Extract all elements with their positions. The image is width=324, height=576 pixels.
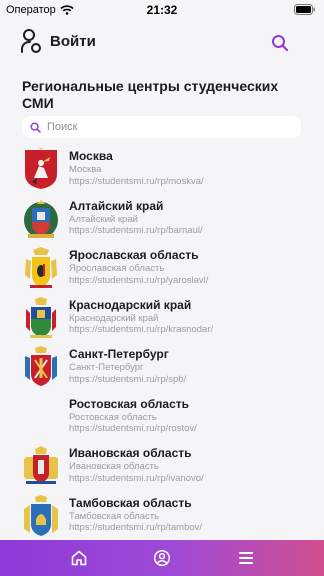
list-item-krasnodar[interactable]: Краснодарский край Краснодарский край ht…	[0, 294, 324, 344]
region-subtitle: Ивановская область	[69, 461, 159, 472]
altai-crest-icon	[24, 199, 58, 238]
region-subtitle: Ростовская область	[69, 411, 157, 423]
login-label: Войти	[50, 32, 96, 50]
region-subtitle: Москва	[69, 164, 102, 175]
status-bar: Оператор 21:32	[0, 0, 324, 20]
region-name: Краснодарский край	[69, 297, 192, 312]
search-field-icon	[30, 121, 41, 133]
carrier-info: Оператор	[6, 4, 74, 16]
list-item-tambov[interactable]: Тамбовская область Тамбовская область ht…	[0, 492, 324, 542]
spb-crest-icon	[25, 346, 57, 386]
region-list: Москва Москва https://studentsmi.ru/rp/m…	[0, 145, 324, 541]
carrier-name: Оператор	[6, 4, 56, 16]
krasnodar-crest-icon	[26, 296, 56, 338]
region-url[interactable]: https://studentsmi.ru/rp/yaroslavl/	[69, 275, 314, 287]
list-item-rostov[interactable]: Ростовская область Ростовская область ht…	[0, 393, 324, 443]
region-url[interactable]: https://studentsmi.ru/rp/ivanovo/	[69, 473, 314, 485]
region-subtitle: Санкт-Петербург	[69, 362, 144, 373]
region-subtitle: Алтайский край	[69, 213, 138, 225]
region-name: Алтайский край	[69, 198, 164, 213]
region-name: Тамбовская область	[69, 495, 192, 510]
region-url[interactable]: https://studentsmi.ru/rp/krasnodar/	[69, 324, 314, 336]
tambov-crest-icon	[24, 494, 58, 536]
login-button[interactable]: Войти	[20, 28, 96, 54]
user-icon	[21, 29, 41, 53]
list-item-yaroslavl[interactable]: Ярославская область Ярославская область …	[0, 244, 324, 294]
search-input[interactable]	[47, 121, 277, 133]
region-url[interactable]: https://studentsmi.ru/rp/rostov/	[69, 423, 314, 435]
profile-icon[interactable]	[153, 549, 171, 567]
header: Войти	[0, 28, 324, 58]
region-name: Ярославская область	[69, 248, 199, 262]
search-icon[interactable]	[270, 33, 290, 53]
moscow-crest-icon	[25, 148, 57, 189]
ivanovo-crest-icon	[24, 446, 58, 484]
tab-bar	[0, 540, 324, 576]
menu-icon[interactable]	[237, 549, 255, 567]
battery-icon	[294, 4, 315, 15]
list-item-spb[interactable]: Санкт-Петербург Санкт-Петербург https://…	[0, 343, 324, 393]
search-field[interactable]	[22, 116, 301, 138]
list-item-moskva[interactable]: Москва Москва https://studentsmi.ru/rp/m…	[0, 145, 324, 195]
region-url[interactable]: https://studentsmi.ru/rp/spb/	[69, 374, 314, 386]
list-item-ivanovo[interactable]: Ивановская область Ивановская область ht…	[0, 442, 324, 492]
region-url[interactable]: https://studentsmi.ru/rp/moskva/	[69, 176, 314, 188]
region-name: Ивановская область	[69, 446, 192, 460]
list-item-barnaul[interactable]: Алтайский край Алтайский край https://st…	[0, 195, 324, 245]
region-subtitle: Тамбовская область	[69, 510, 160, 522]
region-name: Москва	[69, 149, 113, 163]
region-subtitle: Краснодарский край	[69, 312, 159, 324]
section-title: Региональные центры студенческих СМИ	[22, 78, 279, 111]
wifi-icon	[60, 5, 74, 15]
home-icon[interactable]	[70, 549, 88, 567]
region-url[interactable]: https://studentsmi.ru/rp/barnaul/	[69, 225, 314, 237]
region-url[interactable]: https://studentsmi.ru/rp/tambov/	[69, 522, 314, 534]
region-subtitle: Ярославская область	[69, 263, 165, 274]
region-name: Ростовская область	[69, 396, 190, 411]
yaroslavl-crest-icon	[25, 247, 57, 288]
region-name: Санкт-Петербург	[69, 347, 169, 361]
